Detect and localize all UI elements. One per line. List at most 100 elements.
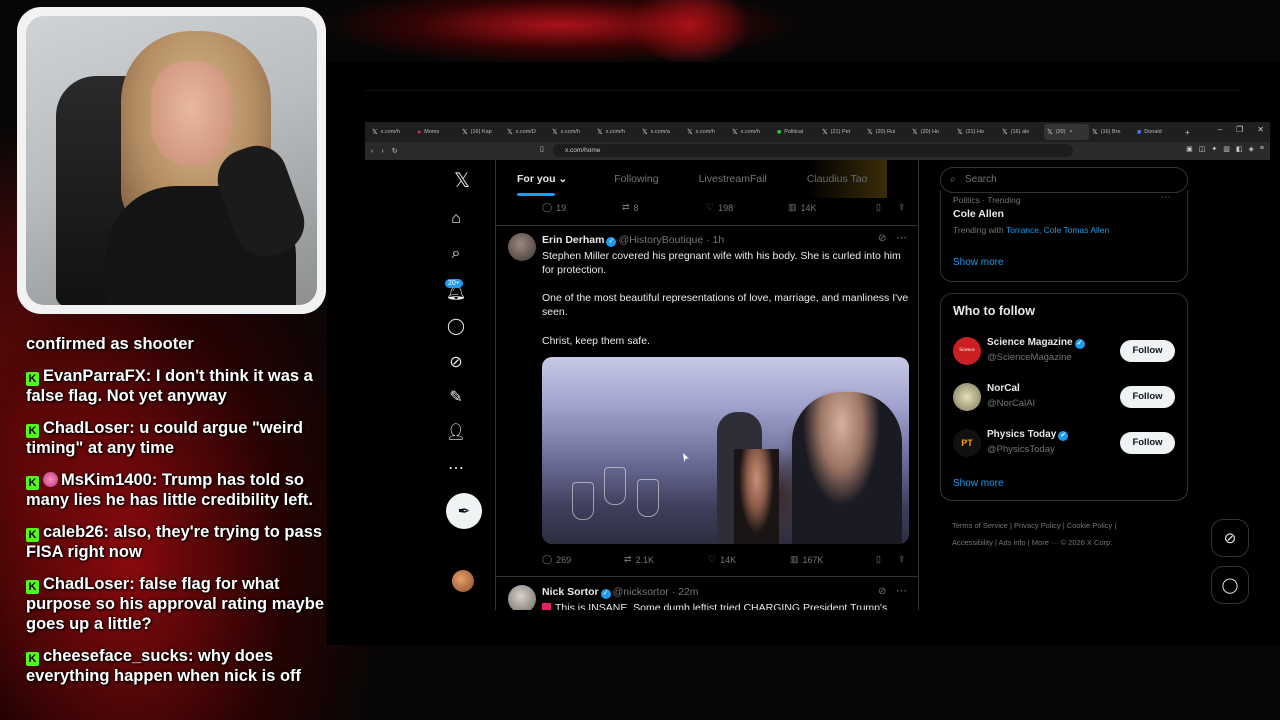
browser-tab[interactable]: 𝕏 (16) ale bbox=[999, 124, 1044, 140]
tab-livestreamfail[interactable]: LivestreamFail bbox=[699, 160, 767, 198]
browser-tab[interactable]: 𝕏x.com/h bbox=[729, 124, 774, 140]
profile-icon[interactable]: 👤︎ bbox=[446, 422, 466, 442]
footer-link[interactable]: Terms of Service bbox=[952, 521, 1008, 530]
window-controls: – ❐ ✕ bbox=[1218, 125, 1264, 134]
messages-float-button[interactable]: ◯ bbox=[1211, 566, 1249, 604]
repost-button[interactable]: ⇄ 8 bbox=[622, 202, 706, 213]
more-icon[interactable]: ⋯ bbox=[1161, 192, 1171, 203]
follow-button[interactable]: Follow bbox=[1120, 340, 1175, 362]
footer-link[interactable]: Ads info bbox=[999, 538, 1026, 547]
trend-link[interactable]: Cole Tomas Allen bbox=[1044, 225, 1110, 235]
repost-button[interactable]: ⇄ 2.1K bbox=[624, 554, 708, 565]
bookmark-button[interactable]: ▯ bbox=[876, 554, 898, 565]
bookmark-icon[interactable]: ▯ bbox=[540, 145, 544, 153]
account-name[interactable]: NorCal bbox=[987, 383, 1020, 394]
footer-link[interactable]: Privacy Policy bbox=[1014, 521, 1061, 530]
tab-claudius[interactable]: Claudius Tao bbox=[806, 160, 888, 198]
browser-tab[interactable]: 𝕏 (21) Pet bbox=[819, 124, 864, 140]
reply-button[interactable]: ◯ 269 bbox=[542, 554, 624, 565]
browser-tab[interactable]: 𝕏x.com/D bbox=[504, 124, 549, 140]
vpn-icon[interactable]: ◈ bbox=[1249, 145, 1254, 153]
more-icon[interactable]: ⋯ bbox=[896, 584, 907, 597]
who-to-follow-card: Who to follow Science Science Magazine ✓ … bbox=[940, 293, 1188, 501]
forward-icon[interactable]: › bbox=[381, 148, 383, 155]
messages-icon[interactable]: ◯ bbox=[446, 316, 466, 336]
maximize-icon[interactable]: ❐ bbox=[1236, 125, 1243, 134]
extension-icon[interactable]: ▣ bbox=[1186, 145, 1193, 153]
x-logo-icon: 𝕏 bbox=[687, 129, 693, 136]
account-avatar[interactable]: Science bbox=[953, 337, 981, 365]
close-window-icon[interactable]: ✕ bbox=[1257, 125, 1264, 134]
grok-icon[interactable]: ⊘ bbox=[878, 233, 886, 244]
like-button[interactable]: ♡ 198 bbox=[706, 202, 788, 213]
grok-float-button[interactable]: ⊘ bbox=[1211, 519, 1249, 557]
trend-link[interactable]: Torrance bbox=[1006, 225, 1039, 235]
lists-icon[interactable]: ✎ bbox=[446, 387, 466, 407]
tweet-handle[interactable]: @nicksortor bbox=[613, 586, 669, 598]
footer-link[interactable]: More ··· bbox=[1032, 538, 1059, 547]
puzzle-icon[interactable]: ✦ bbox=[1211, 145, 1217, 153]
tweet-author[interactable]: Erin Derham bbox=[542, 234, 604, 246]
account-avatar[interactable] bbox=[452, 570, 474, 592]
x-logo-icon[interactable]: 𝕏 bbox=[452, 170, 472, 192]
browser-tab[interactable]: 𝕏x.com/a bbox=[639, 124, 684, 140]
verified-icon: ✓ bbox=[606, 237, 617, 247]
tab-following[interactable]: Following bbox=[614, 160, 658, 198]
wallet-icon[interactable]: ◧ bbox=[1236, 145, 1243, 153]
browser-tab[interactable]: 𝕏x.com/h bbox=[369, 124, 414, 140]
sidebar-icon[interactable]: ▥ bbox=[1223, 145, 1230, 153]
browser-tab[interactable]: ■ Donald bbox=[1134, 124, 1179, 140]
tweet-handle[interactable]: @HistoryBoutique bbox=[618, 234, 703, 246]
browser-tab[interactable]: ● Moms bbox=[414, 124, 459, 140]
search-icon[interactable]: ⌕ bbox=[446, 244, 466, 264]
tweet-avatar[interactable] bbox=[508, 585, 536, 610]
more-icon[interactable]: ⋯ bbox=[446, 458, 466, 478]
browser-tab[interactable]: 𝕏 (21) Ho bbox=[954, 124, 999, 140]
reload-icon[interactable]: ↻ bbox=[392, 147, 398, 155]
bookmark-button[interactable]: ▯ bbox=[876, 202, 898, 213]
tab-for-you[interactable]: For you ⌄ bbox=[517, 160, 567, 198]
grok-icon[interactable]: ⊘ bbox=[878, 586, 886, 597]
tweet-author[interactable]: Nick Sortor bbox=[542, 586, 599, 598]
home-icon[interactable]: ⌂ bbox=[446, 209, 466, 229]
browser-tab[interactable]: 𝕏 (20) Rui bbox=[864, 124, 909, 140]
browser-tab[interactable]: ■ Political bbox=[774, 124, 819, 140]
account-name[interactable]: Physics Today ✓ bbox=[987, 429, 1070, 441]
tweet-avatar[interactable] bbox=[508, 233, 536, 261]
more-icon[interactable]: ⋯ bbox=[896, 231, 907, 244]
browser-tab[interactable]: 𝕏 (20) Ho bbox=[909, 124, 954, 140]
trend-topic[interactable]: Cole Allen bbox=[953, 208, 1004, 220]
browser-tab[interactable]: 𝕏 (16) Kap bbox=[459, 124, 504, 140]
account-name[interactable]: Science Magazine ✓ bbox=[987, 337, 1087, 349]
footer-link[interactable]: Cookie Policy bbox=[1067, 521, 1112, 530]
account-avatar[interactable]: PT bbox=[953, 429, 981, 457]
grok-icon[interactable]: ⊘ bbox=[446, 352, 466, 372]
show-more-link[interactable]: Show more bbox=[953, 257, 1004, 268]
follow-button[interactable]: Follow bbox=[1120, 386, 1175, 408]
browser-tab[interactable]: 𝕏x.com/h bbox=[549, 124, 594, 140]
browser-tab-active[interactable]: 𝕏 (20) × bbox=[1044, 124, 1089, 140]
notification-badge: 20+ bbox=[445, 279, 463, 288]
views-button[interactable]: ▥ 167K bbox=[790, 554, 876, 565]
extension-icon[interactable]: ◫ bbox=[1199, 145, 1206, 153]
new-tab-icon[interactable]: + bbox=[1185, 128, 1190, 137]
reply-button[interactable]: ◯ 19 bbox=[542, 202, 622, 213]
show-more-link[interactable]: Show more bbox=[953, 478, 1004, 489]
share-button[interactable]: ⇪ bbox=[898, 202, 906, 213]
post-button[interactable]: ✒ bbox=[446, 493, 482, 529]
url-field[interactable]: x.com/home bbox=[553, 144, 1073, 157]
menu-icon[interactable]: ≡ bbox=[1260, 145, 1264, 153]
views-button[interactable]: ▥ 14K bbox=[788, 202, 876, 213]
browser-tab[interactable]: 𝕏x.com/h bbox=[594, 124, 639, 140]
footer-link[interactable]: Accessibility bbox=[952, 538, 993, 547]
follow-button[interactable]: Follow bbox=[1120, 432, 1175, 454]
browser-tab[interactable]: 𝕏x.com/h bbox=[684, 124, 729, 140]
back-icon[interactable]: ‹ bbox=[371, 148, 373, 155]
tweet-video[interactable] bbox=[542, 357, 909, 544]
share-button[interactable]: ⇪ bbox=[898, 554, 906, 565]
account-avatar[interactable] bbox=[953, 383, 981, 411]
minimize-icon[interactable]: – bbox=[1218, 125, 1222, 134]
close-tab-icon[interactable]: × bbox=[1069, 129, 1072, 135]
browser-tab[interactable]: 𝕏 (16) Bre bbox=[1089, 124, 1134, 140]
like-button[interactable]: ♡ 14K bbox=[708, 554, 790, 565]
